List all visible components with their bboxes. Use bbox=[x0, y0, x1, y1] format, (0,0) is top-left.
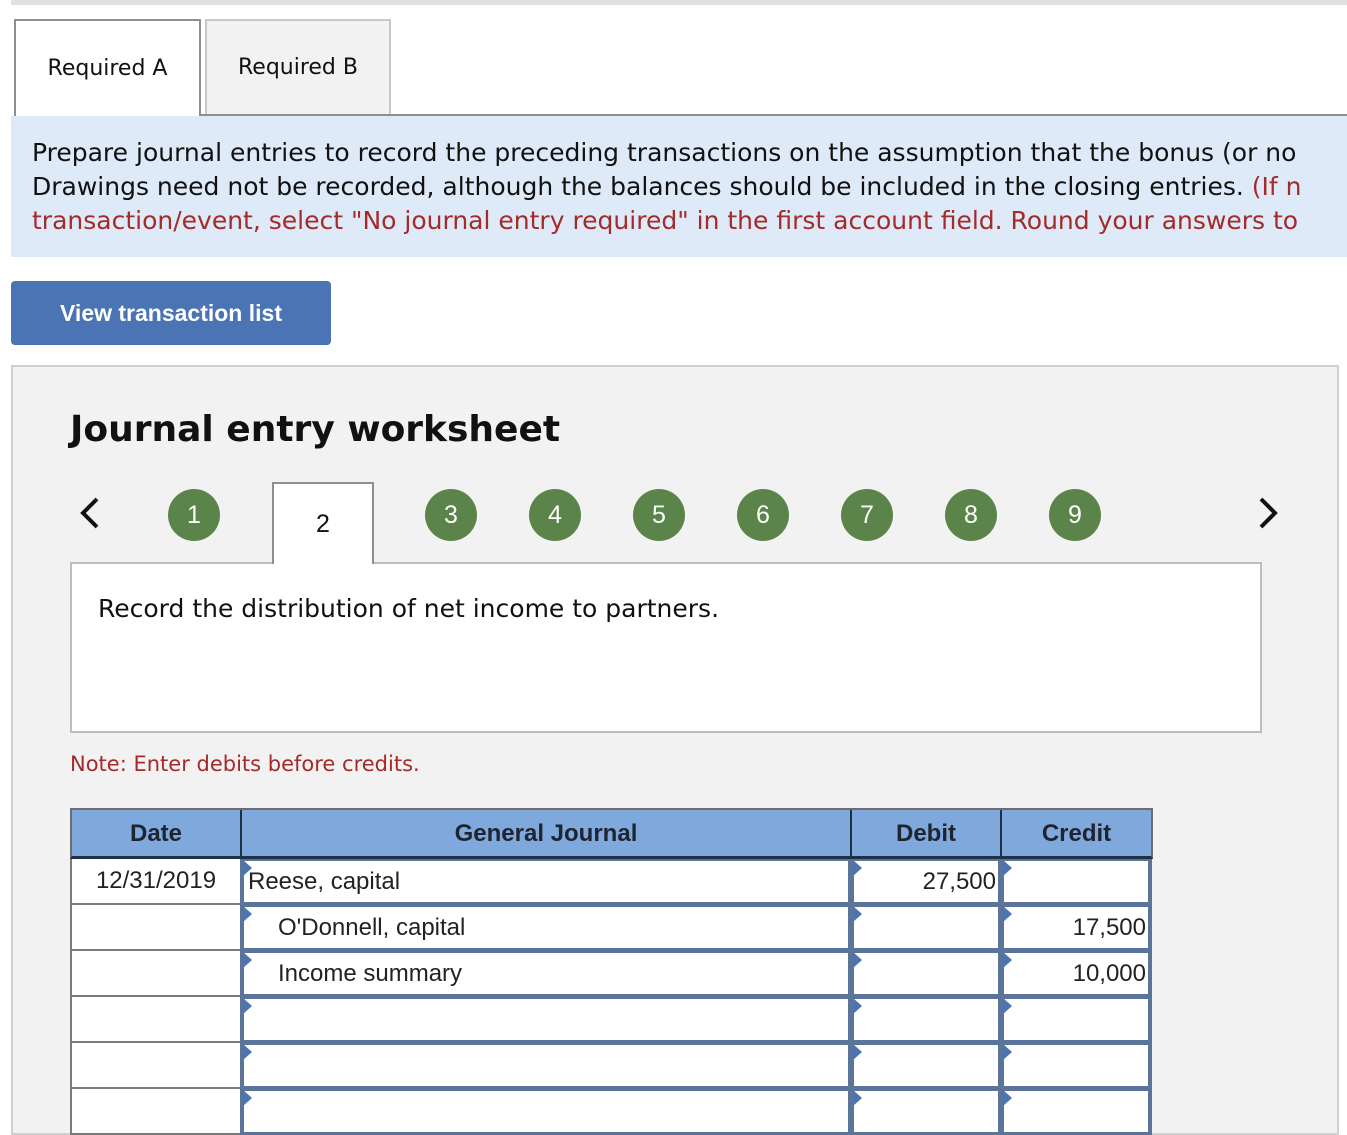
account-value: Income summary bbox=[278, 959, 463, 987]
date-cell bbox=[70, 1089, 242, 1135]
step-9[interactable]: 9 bbox=[1049, 489, 1101, 541]
step-4[interactable]: 4 bbox=[529, 489, 581, 541]
instructions-line-2-note: (If n bbox=[1243, 172, 1302, 201]
dropdown-flag-icon bbox=[1003, 906, 1012, 922]
account-input[interactable] bbox=[240, 1043, 852, 1089]
step-1[interactable]: 1 bbox=[168, 489, 220, 541]
header-credit: Credit bbox=[1041, 820, 1112, 847]
view-transaction-list-button[interactable]: View transaction list bbox=[11, 281, 331, 345]
chevron-left-icon[interactable] bbox=[75, 495, 105, 531]
credit-input[interactable] bbox=[1000, 1089, 1152, 1135]
date-cell bbox=[70, 1043, 242, 1089]
debit-input[interactable]: 27,500 bbox=[850, 859, 1002, 905]
worksheet-title: Journal entry worksheet bbox=[70, 409, 561, 450]
dropdown-flag-icon bbox=[243, 1090, 252, 1106]
account-input[interactable]: O'Donnell, capital bbox=[240, 905, 852, 951]
table-row: 12/31/2019 Reese, capital 27,500 bbox=[70, 859, 1153, 905]
dropdown-flag-icon bbox=[853, 860, 862, 876]
table-row: O'Donnell, capital 17,500 bbox=[70, 905, 1153, 951]
top-divider bbox=[11, 0, 1347, 5]
prompt-text: Record the distribution of net income to… bbox=[98, 594, 720, 623]
dropdown-flag-icon bbox=[853, 1090, 862, 1106]
chevron-right-icon[interactable] bbox=[1253, 495, 1283, 531]
dropdown-flag-icon bbox=[1003, 998, 1012, 1014]
prompt-box: Record the distribution of net income to… bbox=[70, 562, 1262, 733]
debit-input[interactable] bbox=[850, 905, 1002, 951]
account-input[interactable]: Income summary bbox=[240, 951, 852, 997]
table-row bbox=[70, 997, 1153, 1043]
dropdown-flag-icon bbox=[243, 860, 252, 876]
step-6[interactable]: 6 bbox=[737, 489, 789, 541]
credit-value: 10,000 bbox=[1072, 959, 1146, 987]
step-5[interactable]: 5 bbox=[633, 489, 685, 541]
dropdown-flag-icon bbox=[243, 906, 252, 922]
instructions-line-3: transaction/event, select "No journal en… bbox=[32, 206, 1299, 235]
header-date: Date bbox=[72, 810, 242, 858]
instructions-line-2: Drawings need not be recorded, although … bbox=[32, 170, 1347, 204]
tab-required-a[interactable]: Required A bbox=[14, 19, 201, 116]
date-cell: 12/31/2019 bbox=[70, 859, 242, 905]
account-input[interactable] bbox=[240, 997, 852, 1043]
debit-input[interactable] bbox=[850, 1089, 1002, 1135]
header-debit: Debit bbox=[852, 810, 1002, 858]
instructions-line-1: Prepare journal entries to record the pr… bbox=[32, 138, 1297, 167]
account-value: Reese, capital bbox=[248, 867, 401, 895]
date-cell bbox=[70, 951, 242, 997]
instructions-box: Prepare journal entries to record the pr… bbox=[11, 116, 1347, 257]
date-cell bbox=[70, 905, 242, 951]
dropdown-flag-icon bbox=[1003, 952, 1012, 968]
dropdown-flag-icon bbox=[853, 952, 862, 968]
step-7[interactable]: 7 bbox=[841, 489, 893, 541]
dropdown-flag-icon bbox=[1003, 1090, 1012, 1106]
debit-input[interactable] bbox=[850, 997, 1002, 1043]
date-cell bbox=[70, 997, 242, 1043]
dropdown-flag-icon bbox=[243, 1044, 252, 1060]
dropdown-flag-icon bbox=[243, 952, 252, 968]
account-input[interactable]: Reese, capital bbox=[240, 859, 852, 905]
credit-input[interactable] bbox=[1000, 1043, 1152, 1089]
account-input[interactable] bbox=[240, 1089, 852, 1135]
table-row: Income summary 10,000 bbox=[70, 951, 1153, 997]
note-text: Note: Enter debits before credits. bbox=[70, 752, 420, 776]
journal-entry-worksheet-panel: Journal entry worksheet 1 2 3 4 5 6 7 8 … bbox=[11, 365, 1339, 1135]
dropdown-flag-icon bbox=[853, 998, 862, 1014]
account-value: O'Donnell, capital bbox=[278, 913, 466, 941]
dropdown-flag-icon bbox=[853, 1044, 862, 1060]
dropdown-flag-icon bbox=[853, 906, 862, 922]
credit-input[interactable]: 10,000 bbox=[1000, 951, 1152, 997]
step-3[interactable]: 3 bbox=[425, 489, 477, 541]
debit-value: 27,500 bbox=[922, 867, 996, 895]
dropdown-flag-icon bbox=[243, 998, 252, 1014]
credit-input[interactable] bbox=[1000, 859, 1152, 905]
header-general-journal: General Journal bbox=[242, 810, 852, 858]
credit-input[interactable]: 17,500 bbox=[1000, 905, 1152, 951]
table-row bbox=[70, 1089, 1153, 1135]
tab-required-b[interactable]: Required B bbox=[205, 19, 391, 114]
instructions-line-2-text: Drawings need not be recorded, although … bbox=[32, 172, 1244, 201]
credit-value: 17,500 bbox=[1072, 913, 1146, 941]
debit-input[interactable] bbox=[850, 1043, 1002, 1089]
step-2-active[interactable]: 2 bbox=[272, 482, 374, 564]
debit-input[interactable] bbox=[850, 951, 1002, 997]
dropdown-flag-icon bbox=[1003, 860, 1012, 876]
step-8[interactable]: 8 bbox=[945, 489, 997, 541]
table-row bbox=[70, 1043, 1153, 1089]
dropdown-flag-icon bbox=[1003, 1044, 1012, 1060]
required-tabs: Required A Required B bbox=[14, 19, 1347, 116]
journal-header-row: Date General Journal Debit Credit bbox=[70, 808, 1153, 859]
credit-input[interactable] bbox=[1000, 997, 1152, 1043]
